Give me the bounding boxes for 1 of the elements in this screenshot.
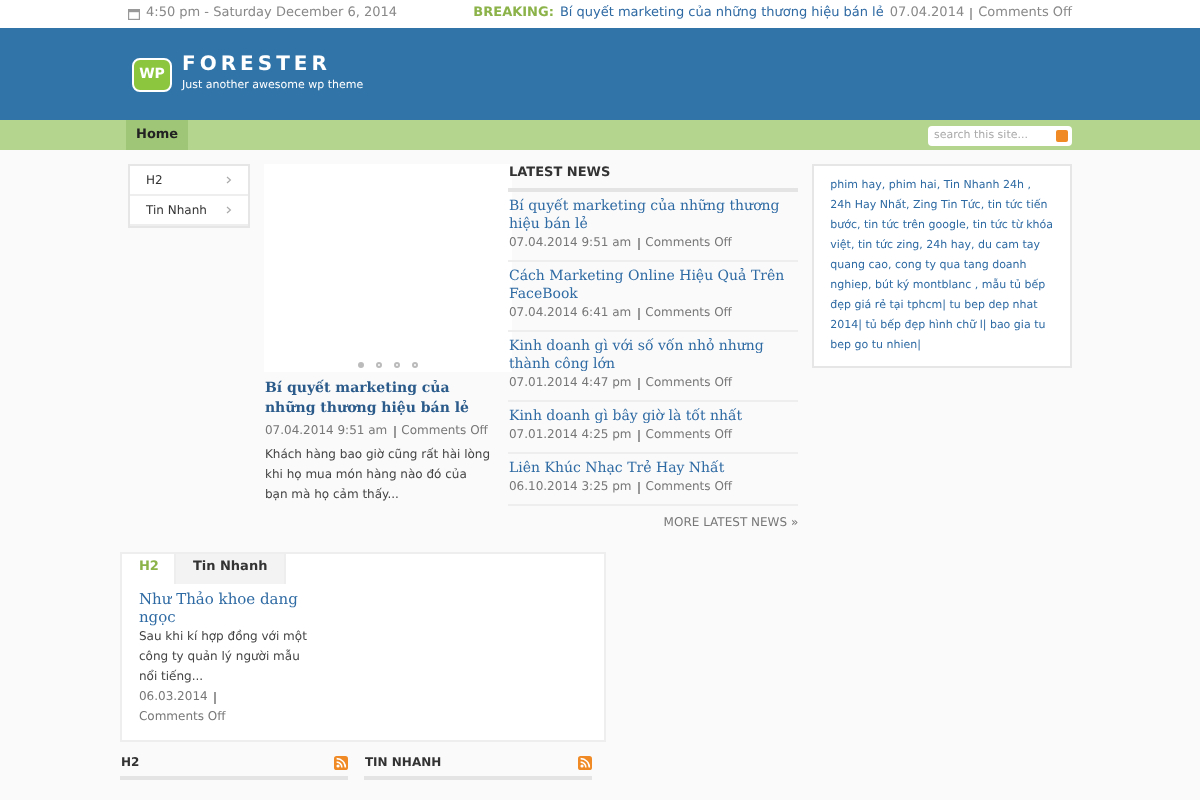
- site-name[interactable]: FORESTER: [182, 54, 364, 78]
